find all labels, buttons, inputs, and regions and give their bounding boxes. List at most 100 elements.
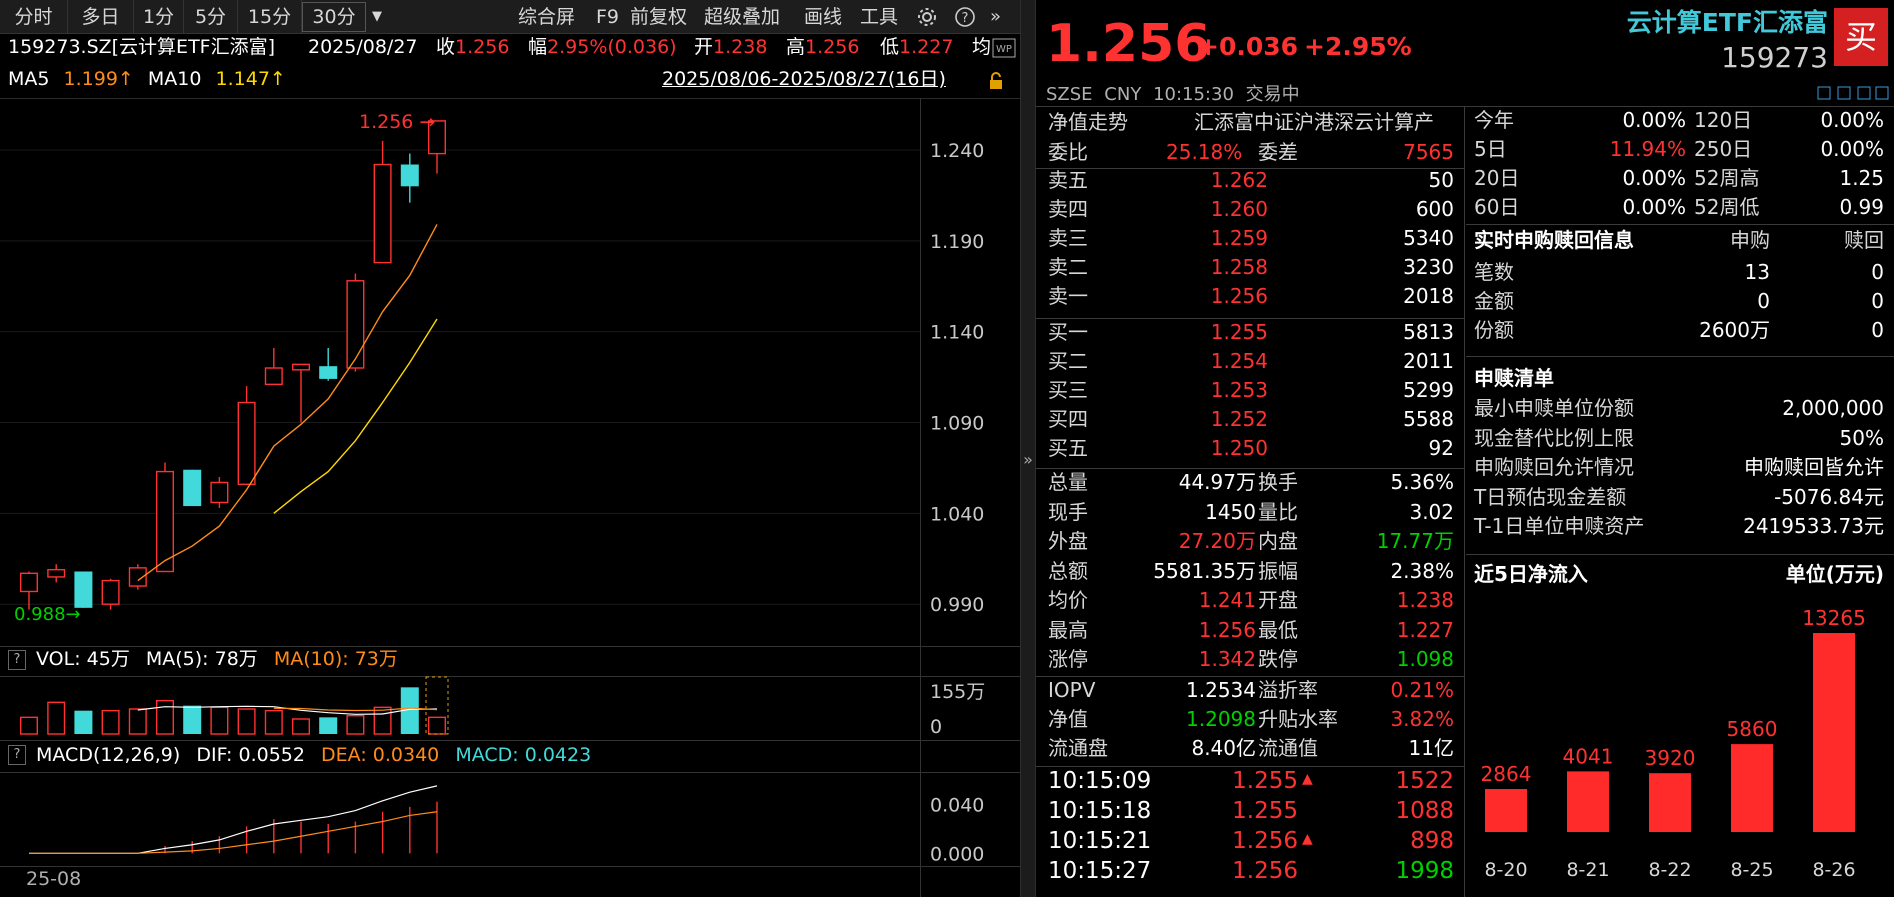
open-value: 1.238 <box>713 36 768 58</box>
stat-value: 1.256 <box>1198 617 1256 642</box>
candle-body <box>346 280 365 369</box>
ma5-value: 1.199↑ <box>63 68 134 90</box>
period-return: 0.00% <box>1622 166 1686 190</box>
list-row-label: 最小申赎单位份额 <box>1474 396 1634 420</box>
stat-label: 流通盘 <box>1048 736 1108 760</box>
buy-button[interactable]: 买 <box>1834 8 1888 66</box>
candle-body <box>373 163 392 264</box>
list-row-value: -5076.84元 <box>1774 484 1884 509</box>
high-marker: 1.256 → <box>359 111 435 133</box>
bid-price: 1.253 <box>1210 378 1268 402</box>
f9-button[interactable]: F9 <box>596 0 619 34</box>
bid-price: 1.252 <box>1210 407 1268 431</box>
subred-header-redeem: 赎回 <box>1844 228 1884 252</box>
stat-label: 最低 <box>1258 617 1298 642</box>
date-range[interactable]: 2025/08/06-2025/08/27(16日) <box>662 70 946 89</box>
stat-label: 跌停 <box>1258 647 1298 671</box>
tools-button[interactable]: 工具 <box>860 0 898 34</box>
candle-body <box>74 571 93 608</box>
lock-icon[interactable] <box>988 72 1004 90</box>
ask-price: 1.262 <box>1210 168 1268 192</box>
stat-value: 5.36% <box>1390 470 1454 494</box>
tab-timeshare[interactable]: 分时 <box>0 0 68 34</box>
volume-y-bottom: 0 <box>930 716 942 736</box>
volume-y-top: 155万 <box>930 681 985 703</box>
ask-volume: 5340 <box>1403 226 1454 250</box>
tick-volume: 1522 <box>1395 768 1454 794</box>
redemption-list-title: 申赎清单 <box>1474 366 1554 390</box>
low-field: 低1.227 <box>880 38 953 57</box>
y-tick-label: 1.090 <box>930 413 984 435</box>
volume-bar <box>20 716 39 735</box>
period-label: 120日 <box>1694 108 1753 132</box>
list-row-value: 2419533.73元 <box>1743 514 1884 538</box>
stat-label: 量比 <box>1258 499 1298 524</box>
tab-30min[interactable]: 30分 <box>302 2 366 32</box>
net-value-trend-link[interactable]: 净值走势 <box>1048 112 1128 132</box>
stat-value: 1.238 <box>1396 588 1454 612</box>
tick-time: 10:15:18 <box>1048 798 1152 824</box>
super-overlay-button[interactable]: 超级叠加 <box>704 0 780 34</box>
list-row-label: T-1日单位申赎资产 <box>1474 514 1645 538</box>
tab-15min[interactable]: 15分 <box>238 0 302 34</box>
period-label: 20日 <box>1474 166 1520 190</box>
macd-legend: MACD(12,26,9) DIF: 0.0552 DEA: 0.0340 MA… <box>36 746 591 765</box>
inflow-value-label: 3920 <box>1645 746 1696 770</box>
composite-screen-button[interactable]: 综合屏 <box>518 0 575 34</box>
high-value: 1.256 <box>805 36 860 58</box>
y-tick-label: 1.140 <box>930 322 984 344</box>
forward-adjust-button[interactable]: 前复权 <box>630 0 687 34</box>
stat-value: 5581.35万 <box>1153 558 1256 583</box>
bid-level-label: 买五 <box>1048 436 1088 460</box>
quote-time: 10:15:30 <box>1153 84 1234 105</box>
ask-level-label: 卖四 <box>1048 197 1088 221</box>
stat-value: 27.20万 <box>1178 529 1256 553</box>
subred-buy-value: 2600万 <box>1699 318 1770 342</box>
draw-line-button[interactable]: 画线 <box>804 0 842 34</box>
dropdown-arrow-icon[interactable]: ▼ <box>372 0 392 34</box>
period-return: 0.00% <box>1820 108 1884 132</box>
low-marker: 0.988→ <box>14 604 81 625</box>
inflow-value-label: 5860 <box>1727 717 1778 741</box>
tick-price: 1.255 <box>1232 798 1298 824</box>
order-diff-value: 7565 <box>1403 140 1454 164</box>
volume-ma10: MA(10): 73万 <box>273 648 398 670</box>
macd-help-button[interactable]: ? <box>8 745 26 765</box>
collapse-icon[interactable]: » <box>990 0 1001 34</box>
gear-icon[interactable] <box>916 6 938 28</box>
wp-icon[interactable]: WP <box>992 38 1016 58</box>
avg-label: 均 <box>972 36 992 58</box>
y-tick-label: 0.990 <box>930 594 984 616</box>
inflow-unit: 单位(万元) <box>1785 562 1884 586</box>
tab-multiday[interactable]: 多日 <box>68 0 134 34</box>
expand-icon[interactable]: » <box>1021 452 1035 468</box>
bid-level-label: 买二 <box>1048 349 1088 373</box>
tick-up-arrow-icon: ▲ <box>1302 771 1313 787</box>
volume-bar <box>319 717 338 734</box>
volume-legend: VOL: 45万 MA(5): 78万 MA(10): 73万 <box>36 650 398 669</box>
candlestick-chart[interactable]: 1.240 1.190 1.140 1.090 1.040 0.990 1.256 → 0.9… <box>0 98 1020 648</box>
currency: CNY <box>1104 84 1142 105</box>
change-field: 幅2.95%(0.036) <box>528 38 677 57</box>
stat-value: 1.227 <box>1396 617 1454 642</box>
bid-level-label: 买一 <box>1048 320 1088 344</box>
stat-label: 开盘 <box>1258 588 1298 612</box>
volume-help-button[interactable]: ? <box>8 650 26 670</box>
list-row-value: 50% <box>1839 425 1884 450</box>
bid-volume: 2011 <box>1403 349 1454 373</box>
tab-5min[interactable]: 5分 <box>184 0 238 34</box>
help-icon[interactable]: ? <box>954 6 976 28</box>
inflow-bar <box>1485 789 1527 832</box>
tab-1min[interactable]: 1分 <box>134 0 184 34</box>
quote-date: 2025/08/27 <box>308 36 418 58</box>
macd-chart[interactable]: 0.040 0.000 <box>0 772 1020 872</box>
panel-actions-icon[interactable] <box>1816 84 1890 102</box>
ask-volume: 50 <box>1428 168 1454 192</box>
volume-chart[interactable]: 155万 0 <box>0 676 1020 736</box>
panel-splitter[interactable]: » <box>1020 0 1036 897</box>
net-inflow-chart[interactable]: 2864 8-20 4041 8-21 3920 8-22 5860 8-25 13265 8-2… <box>1466 592 1894 897</box>
subred-header-buy: 申购 <box>1730 228 1770 252</box>
macd-value: MACD: 0.0423 <box>455 744 592 766</box>
period-label: 52周低 <box>1694 195 1760 219</box>
candle-body <box>292 363 311 371</box>
